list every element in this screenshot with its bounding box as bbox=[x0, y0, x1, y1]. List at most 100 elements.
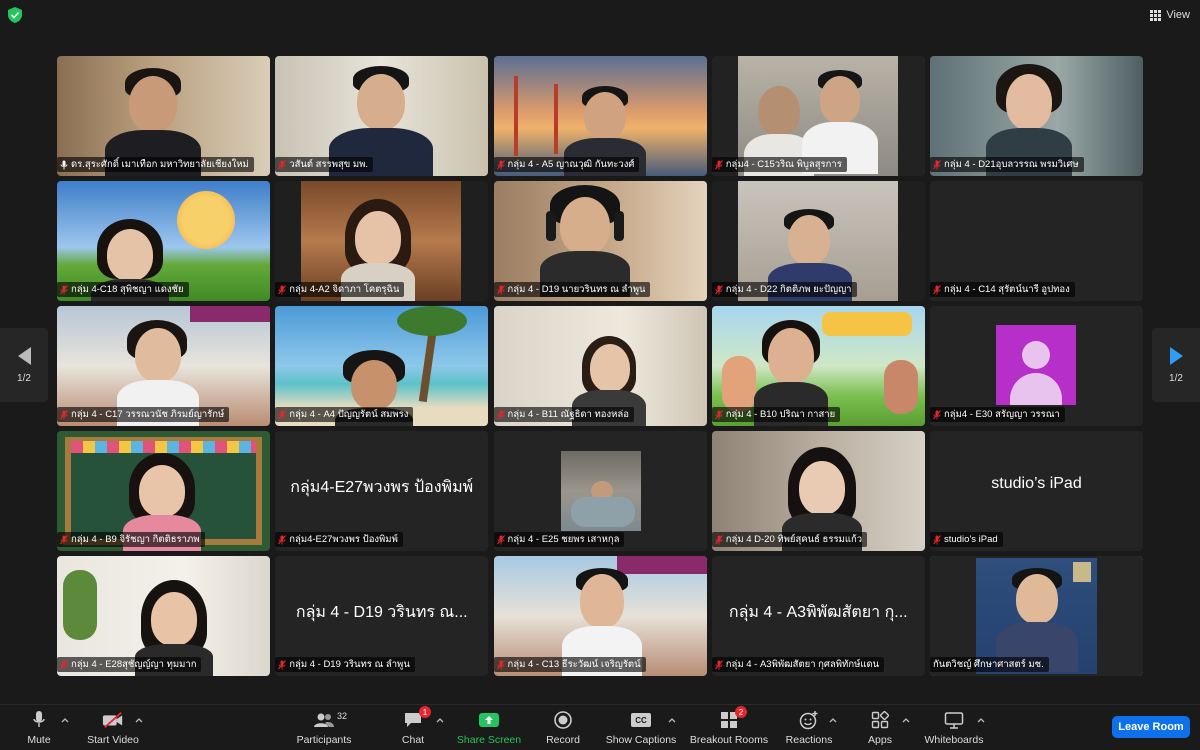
arrow-left-icon bbox=[17, 346, 31, 365]
view-button[interactable]: View bbox=[1150, 6, 1190, 24]
participant-tile[interactable]: กลุ่ม4 - C15วริณ พิบูลสุรการ bbox=[711, 56, 925, 176]
participant-tile[interactable]: กลุ่ม 4 - A3พิพัฒสัตยา กุ... กลุ่ม 4 - A… bbox=[711, 556, 925, 676]
chat-label: Chat bbox=[401, 734, 425, 746]
video-camera-off-icon bbox=[102, 711, 123, 729]
participants-button[interactable]: 32 Participants bbox=[295, 710, 353, 750]
microphone-muted-icon bbox=[60, 534, 68, 544]
mute-button[interactable]: Mute bbox=[22, 710, 56, 750]
microphone-muted-icon bbox=[714, 409, 723, 419]
participant-tile[interactable]: กลุ่ม4-E27พวงพร ป้องพิมพ์ กลุ่ม4-E27พวงพ… bbox=[275, 431, 489, 551]
whiteboards-label: Whiteboards bbox=[924, 734, 984, 746]
microphone-muted-icon bbox=[278, 659, 287, 669]
microphone-icon bbox=[33, 711, 45, 727]
microphone-muted-icon bbox=[496, 409, 505, 419]
encryption-shield-icon[interactable] bbox=[8, 7, 22, 23]
participant-name-label: กลุ่ม 4 - E28สุชัญญ์ญา ทุมมาก bbox=[57, 657, 202, 672]
chat-unread-badge: 1 bbox=[419, 706, 431, 718]
participant-tile[interactable]: กลุ่ม 4 - D19 วรินทร ณ... กลุ่ม 4 - D19 … bbox=[275, 556, 489, 676]
microphone-muted-icon bbox=[496, 284, 505, 294]
participant-tile[interactable]: กลุ่ม 4 - B11 ณัฐธิดา ทองหล่อ bbox=[493, 306, 707, 426]
participants-count: 32 bbox=[337, 711, 348, 721]
participant-tile[interactable]: studio’s iPad studio’s iPad bbox=[930, 431, 1143, 551]
whiteboard-icon bbox=[944, 712, 964, 729]
participant-tile[interactable]: กลุ่ม 4 - E28สุชัญญ์ญา ทุมมาก bbox=[57, 556, 270, 676]
participant-name-label: กลุ่ม 4 - C17 วรรณวนัช ภิรมย์ญารักษ์ bbox=[57, 407, 230, 422]
microphone-muted-icon bbox=[496, 159, 505, 169]
start-video-button[interactable]: Start Video bbox=[84, 710, 142, 750]
participant-display-name: กลุ่ม4-E27พวงพร ป้องพิมพ์ bbox=[290, 479, 474, 496]
chevron-up-icon[interactable] bbox=[135, 716, 143, 724]
participant-name-label: กลุ่ม4-E27พวงพร ป้องพิมพ์ bbox=[275, 532, 403, 547]
participant-name-label: กลุ่ม 4 - A5 ญาณวุฒิ กันทะวงศ์ bbox=[493, 157, 640, 172]
grid-view-icon bbox=[1150, 9, 1162, 21]
participant-tile[interactable]: กลุ่ม 4 - D22 กิตติภพ ยะปัญญา bbox=[711, 181, 925, 301]
participant-name-label: กลุ่ม4 - C15วริณ พิบูลสุรการ bbox=[711, 157, 847, 172]
participants-label: Participants bbox=[296, 734, 352, 746]
share-screen-label: Share Screen bbox=[456, 734, 522, 746]
participant-tile[interactable]: กลุ่ม 4-A2 จิดาภา โคตรุฉิน bbox=[275, 181, 489, 301]
share-screen-button[interactable]: Share Screen bbox=[457, 710, 521, 750]
breakout-rooms-button[interactable]: 2 Breakout Rooms bbox=[690, 706, 768, 750]
microphone-muted-icon bbox=[714, 659, 723, 669]
apps-button[interactable]: Apps bbox=[862, 710, 898, 750]
chevron-up-icon[interactable] bbox=[977, 716, 985, 724]
microphone-muted-icon bbox=[60, 659, 68, 669]
microphone-muted-icon bbox=[60, 284, 68, 294]
smiley-add-icon bbox=[799, 711, 818, 730]
chevron-up-icon[interactable] bbox=[668, 716, 676, 724]
participant-name-label: วสันต์ สรรพสุข มพ. bbox=[275, 157, 374, 172]
chevron-up-icon[interactable] bbox=[61, 716, 69, 724]
participant-tile-active-speaker[interactable]: กันตวิชญ์ ศึกษาศาสตร์ มช. bbox=[930, 556, 1143, 676]
chevron-up-icon[interactable] bbox=[829, 716, 837, 724]
microphone-muted-icon bbox=[714, 534, 723, 544]
participant-tile[interactable]: กลุ่ม 4 - A4 ปัญญรัตน์ สมพรง bbox=[275, 306, 489, 426]
microphone-muted-icon bbox=[496, 659, 505, 669]
microphone-muted-icon bbox=[278, 534, 287, 544]
participant-tile[interactable]: กลุ่ม 4 - D21อุบลวรรณ พรมวิเศษ bbox=[930, 56, 1143, 176]
participant-name-label: กลุ่ม 4 - D19 วรินทร ณ ลำพูน bbox=[275, 657, 415, 672]
participant-name-label: กลุ่ม 4 - B9 จิรัชญา กิตติธราภพ bbox=[57, 532, 205, 547]
top-bar: View bbox=[0, 0, 1200, 30]
participant-display-name: กลุ่ม 4 - A3พิพัฒสัตยา กุ... bbox=[728, 604, 908, 621]
chevron-up-icon[interactable] bbox=[436, 716, 444, 724]
show-captions-label: Show Captions bbox=[605, 734, 677, 746]
participant-name-label: กลุ่ม 4 - D19 นายวรินทร ณ ลำพูน bbox=[493, 282, 651, 297]
whiteboards-button[interactable]: Whiteboards bbox=[924, 710, 984, 750]
closed-captions-icon: CC bbox=[631, 713, 651, 727]
participant-tile[interactable]: กลุ่ม 4 D-20 ทิพย์สุคนธ์ ธรรมแก้ว bbox=[711, 431, 925, 551]
apps-icon bbox=[871, 711, 889, 729]
participant-tile[interactable]: กลุ่ม 4-C18 สุพิชญา แดงชัย bbox=[57, 181, 270, 301]
participant-tile[interactable]: ดร.สุระศักดิ์ เมาเทือก มหาวิทยาลัยเชียงใ… bbox=[57, 56, 270, 176]
meeting-toolbar: Mute Start Video 32 Participants 1 Chat … bbox=[0, 704, 1200, 750]
participant-name-label: กลุ่ม 4 - B10 ปริณา กาสาย bbox=[711, 407, 841, 422]
reactions-label: Reactions bbox=[785, 734, 833, 746]
participant-tile[interactable]: กลุ่ม 4 - B9 จิรัชญา กิตติธราภพ bbox=[57, 431, 270, 551]
reactions-button[interactable]: Reactions bbox=[786, 710, 832, 750]
microphone-muted-icon bbox=[278, 159, 287, 169]
chat-button[interactable]: 1 Chat bbox=[399, 706, 431, 750]
start-video-label: Start Video bbox=[87, 734, 139, 746]
previous-page-button[interactable]: 1/2 bbox=[0, 328, 48, 402]
record-button[interactable]: Record bbox=[545, 710, 581, 750]
participant-tile[interactable]: กลุ่ม 4 - D19 นายวรินทร ณ ลำพูน bbox=[493, 181, 707, 301]
participant-name-label: กลุ่ม 4 - C14 สุรัตน์นารี อูปทอง bbox=[930, 282, 1075, 297]
participant-name-label: กลุ่ม 4-C18 สุพิชญา แดงชัย bbox=[57, 282, 189, 297]
participant-tile[interactable]: วสันต์ สรรพสุข มพ. bbox=[275, 56, 489, 176]
participant-tile[interactable]: กลุ่ม4 - E30 สรัญญา วรรณา bbox=[930, 306, 1143, 426]
participant-name-label: กลุ่ม 4 - E25 ชยพร เสาหกุล bbox=[493, 532, 625, 547]
participant-tile[interactable]: กลุ่ม 4 - C17 วรรณวนัช ภิรมย์ญารักษ์ bbox=[57, 306, 270, 426]
next-page-button[interactable]: 1/2 bbox=[1152, 328, 1200, 402]
show-captions-button[interactable]: CC Show Captions bbox=[606, 710, 676, 750]
arrow-right-icon bbox=[1169, 346, 1183, 365]
participant-tile[interactable]: กลุ่ม 4 - A5 ญาณวุฒิ กันทะวงศ์ bbox=[493, 56, 707, 176]
participant-tile[interactable]: กลุ่ม 4 - C13 ธีระวัฒน์ เจริญรัตน์ bbox=[493, 556, 707, 676]
microphone-muted-icon bbox=[496, 534, 505, 544]
participant-tile[interactable]: กลุ่ม 4 - E25 ชยพร เสาหกุล bbox=[493, 431, 707, 551]
participant-tile[interactable]: กลุ่ม 4 - B10 ปริณา กาสาย bbox=[711, 306, 925, 426]
participant-name-label: กลุ่ม 4 - A3พิพัฒสัตยา กุศลพิทักษ์แดน bbox=[711, 657, 885, 672]
video-gallery: ดร.สุระศักดิ์ เมาเทือก มหาวิทยาลัยเชียงใ… bbox=[57, 56, 1143, 676]
mute-label: Mute bbox=[27, 734, 51, 746]
chevron-up-icon[interactable] bbox=[902, 716, 910, 724]
leave-room-button[interactable]: Leave Room bbox=[1112, 716, 1190, 738]
participant-tile[interactable]: กลุ่ม 4 - C14 สุรัตน์นารี อูปทอง bbox=[930, 181, 1143, 301]
